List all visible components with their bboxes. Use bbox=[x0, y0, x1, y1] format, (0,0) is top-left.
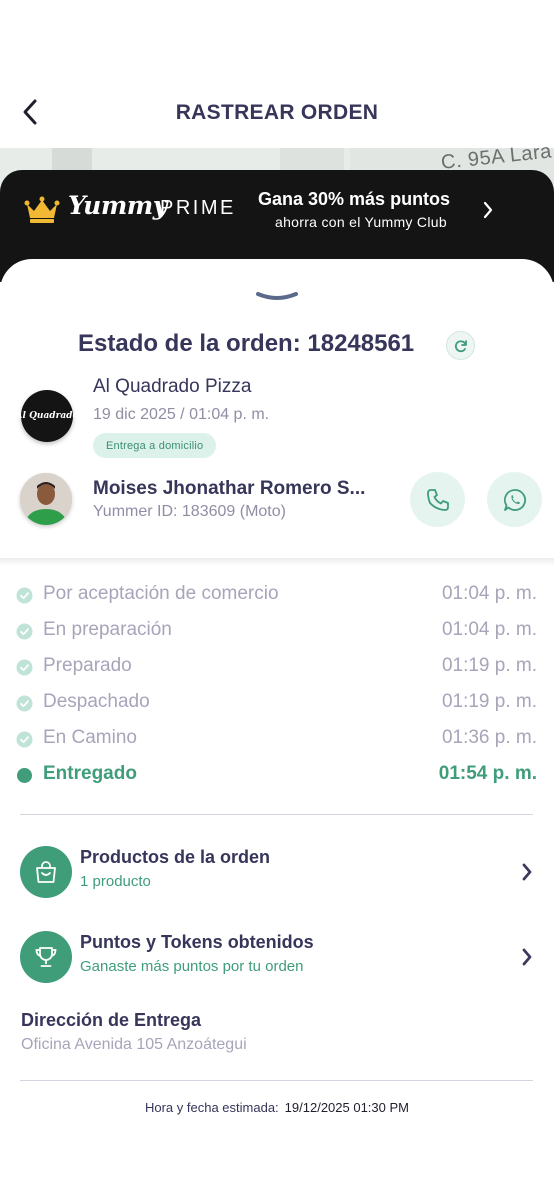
timeline-step-time: 01:54 p. m. bbox=[438, 763, 537, 784]
section-separator bbox=[0, 558, 554, 566]
timeline-step-current: Entregado 01:54 p. m. bbox=[0, 763, 554, 789]
timeline-step-label: Preparado bbox=[43, 655, 132, 676]
timeline-step-time: 01:04 p. m. bbox=[441, 583, 537, 604]
estimated-time: Hora y fecha estimada: 19/12/2025 01:30 P… bbox=[0, 1100, 554, 1115]
divider bbox=[20, 814, 533, 815]
chevron-right-icon bbox=[522, 948, 532, 966]
store-logo-text: Al Quadrado bbox=[15, 411, 79, 421]
top-header: RASTREAR ORDEN bbox=[0, 0, 554, 148]
courier-name: Moises Jhonathar Romero S... bbox=[93, 478, 366, 499]
check-circle-icon bbox=[16, 623, 33, 640]
refresh-icon bbox=[454, 339, 467, 352]
delivery-address-value: Oficina Avenida 105 Anzoátegui bbox=[21, 1036, 247, 1053]
order-products-row[interactable]: Productos de la orden 1 producto bbox=[0, 846, 554, 906]
card-icon-circle bbox=[20, 846, 72, 898]
timeline-step: En Camino 01:36 p. m. bbox=[0, 727, 554, 753]
whatsapp-courier-button[interactable] bbox=[487, 472, 542, 527]
sheet-handle-icon[interactable] bbox=[255, 290, 299, 304]
estimated-time-value: 19/12/2025 01:30 PM bbox=[284, 1100, 409, 1115]
estimated-time-label: Hora y fecha estimada: bbox=[144, 1100, 279, 1115]
promo-title: Gana 30% más puntos bbox=[258, 189, 451, 209]
points-tokens-row[interactable]: Puntos y Tokens obtenidos Ganaste más pu… bbox=[0, 931, 554, 991]
courier-avatar bbox=[20, 473, 72, 525]
check-circle-icon bbox=[16, 695, 33, 712]
order-status-title: Estado de la orden: 18248561 bbox=[78, 330, 415, 357]
divider bbox=[20, 1080, 533, 1081]
timeline-step: Despachado 01:19 p. m. bbox=[0, 691, 554, 717]
card-icon-circle bbox=[20, 931, 72, 983]
timeline-step-label: Por aceptación de comercio bbox=[43, 583, 279, 604]
check-circle-icon bbox=[16, 587, 33, 604]
timeline-step-label: Entregado bbox=[43, 763, 137, 784]
timeline-step-label: En Camino bbox=[43, 727, 137, 748]
timeline-step: Preparado 01:19 p. m. bbox=[0, 655, 554, 681]
status-dot-icon bbox=[17, 768, 32, 783]
page-title: RASTREAR ORDEN bbox=[175, 101, 379, 124]
timeline-step-label: Despachado bbox=[43, 691, 150, 712]
phone-icon bbox=[426, 488, 449, 511]
timeline-step: En preparación 01:04 p. m. bbox=[0, 619, 554, 645]
order-date: 19 dic 2025 / 01:04 p. m. bbox=[93, 406, 270, 423]
timeline-step-label: En preparación bbox=[43, 619, 172, 640]
timeline-step: Por aceptación de comercio 01:04 p. m. bbox=[0, 583, 554, 609]
card-subtitle: Ganaste más puntos por tu orden bbox=[80, 958, 304, 975]
refresh-button[interactable] bbox=[446, 331, 475, 360]
card-title: Productos de la orden bbox=[80, 847, 271, 867]
card-subtitle: 1 producto bbox=[80, 873, 151, 890]
timeline-step-time: 01:19 p. m. bbox=[441, 655, 537, 676]
person-icon bbox=[20, 473, 72, 525]
store-logo: Al Quadrado bbox=[16, 390, 78, 442]
card-title: Puntos y Tokens obtenidos bbox=[80, 932, 314, 952]
brand-logo-text: Yummy bbox=[68, 191, 167, 220]
crown-icon bbox=[24, 196, 60, 223]
brand-prime-text: PRIME bbox=[160, 197, 236, 219]
store-name: Al Quadrado Pizza bbox=[93, 376, 252, 397]
call-courier-button[interactable] bbox=[410, 472, 465, 527]
timeline-step-time: 01:04 p. m. bbox=[441, 619, 537, 640]
promo-subtitle: ahorra con el Yummy Club bbox=[275, 214, 447, 230]
chevron-right-icon bbox=[522, 863, 532, 881]
delivery-address-title: Dirección de Entrega bbox=[21, 1010, 202, 1030]
shopping-bag-icon bbox=[36, 861, 56, 883]
chevron-right-icon[interactable] bbox=[480, 199, 496, 221]
timeline-step-time: 01:19 p. m. bbox=[441, 691, 537, 712]
check-circle-icon bbox=[16, 731, 33, 748]
courier-id: Yummer ID: 183609 (Moto) bbox=[93, 503, 286, 520]
whatsapp-icon bbox=[503, 488, 526, 511]
check-circle-icon bbox=[16, 659, 33, 676]
timeline-step-time: 01:36 p. m. bbox=[441, 727, 537, 748]
delivery-type-badge: Entrega a domicilio bbox=[93, 433, 217, 458]
trophy-icon bbox=[35, 947, 57, 967]
